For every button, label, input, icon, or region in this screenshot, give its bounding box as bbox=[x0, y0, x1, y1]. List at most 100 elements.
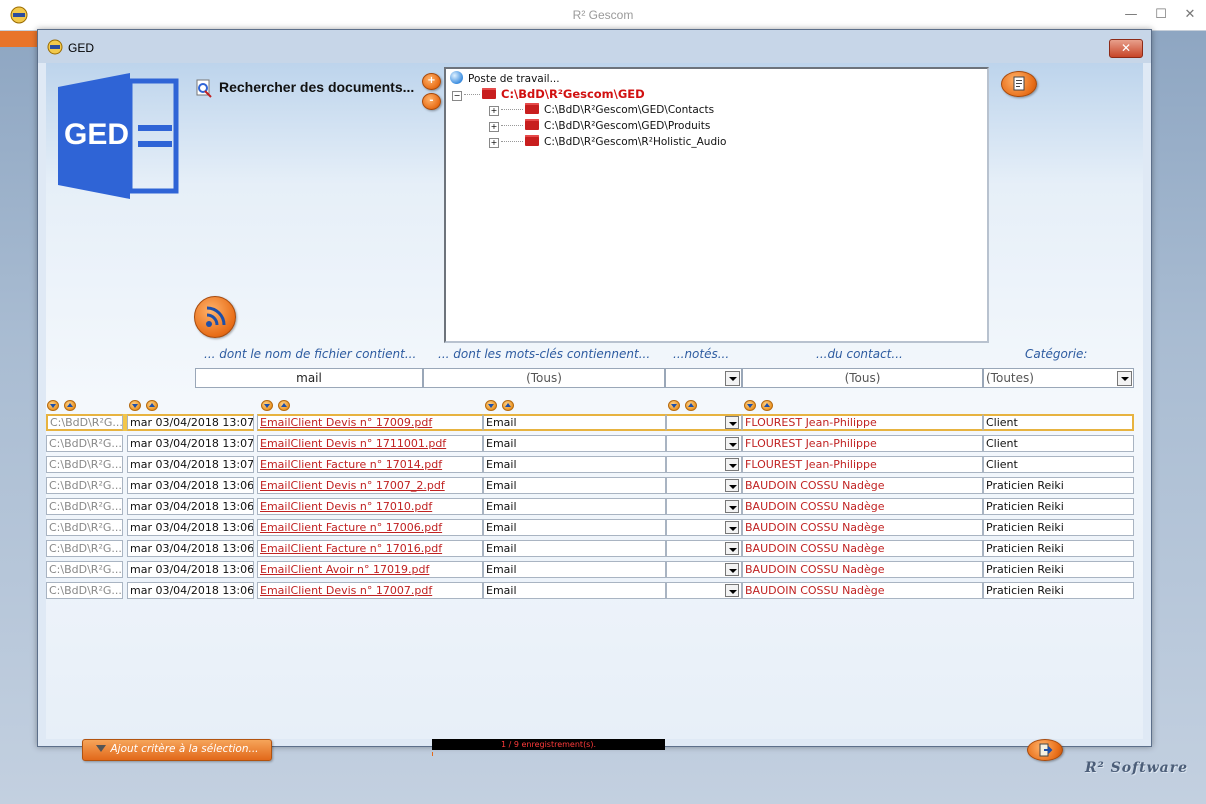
rating-dropdown-icon[interactable] bbox=[725, 479, 739, 492]
minimize-button[interactable]: — bbox=[1117, 4, 1145, 26]
cell-file-link[interactable]: EmailClient Avoir n° 17019.pdf bbox=[257, 561, 483, 578]
table-row[interactable]: C:\BdD\R²G...\ mar 03/04/2018 13:06 EmailC… bbox=[46, 540, 1143, 557]
collapse-all-button[interactable]: - bbox=[422, 93, 441, 110]
filter-icon bbox=[95, 745, 106, 752]
expand-all-button[interactable]: + bbox=[422, 73, 441, 90]
cell-keywords: Email bbox=[483, 540, 666, 557]
category-dropdown-icon[interactable] bbox=[1117, 371, 1132, 386]
dialog-title: GED bbox=[68, 41, 95, 55]
tree-node-produits[interactable]: + C:\BdD\R²Gescom\GED\Produits bbox=[489, 119, 710, 134]
cell-date: mar 03/04/2018 13:06 bbox=[127, 561, 254, 578]
sort-desc-icon[interactable] bbox=[261, 400, 273, 411]
table-row[interactable]: C:\BdD\R²G...\ mar 03/04/2018 13:07 EmailC… bbox=[46, 456, 1143, 473]
table-row[interactable]: C:\BdD\R²G...\ mar 03/04/2018 13:06 EmailC… bbox=[46, 561, 1143, 578]
cell-file-link[interactable]: EmailClient Devis n° 1711001.pdf bbox=[257, 435, 483, 452]
add-criteria-label: Ajout critère à la sélection... bbox=[110, 743, 259, 755]
ged-logo-icon: GED bbox=[58, 73, 179, 199]
tree-node-contacts[interactable]: + C:\BdD\R²Gescom\GED\Contacts bbox=[489, 103, 714, 118]
rss-icon bbox=[206, 306, 226, 327]
table-row[interactable]: C:\BdD\R²G...\ mar 03/04/2018 13:06 EmailC… bbox=[46, 477, 1143, 494]
sort-desc-icon[interactable] bbox=[485, 400, 497, 411]
cell-path: C:\BdD\R²G...\ bbox=[46, 561, 123, 578]
table-row[interactable]: C:\BdD\R²G...\ mar 03/04/2018 13:07 EmailC… bbox=[46, 414, 1143, 431]
keywords-filter-label: ... dont les mots-clés contiennent... bbox=[438, 347, 651, 361]
table-row[interactable]: C:\BdD\R²G...\ mar 03/04/2018 13:06 EmailC… bbox=[46, 519, 1143, 536]
search-title: Rechercher des documents... bbox=[219, 79, 415, 95]
rating-dropdown-icon[interactable] bbox=[725, 584, 739, 597]
sort-desc-icon[interactable] bbox=[668, 400, 680, 411]
folder-tree[interactable]: Poste de travail... − C:\BdD\R²Gescom\GED… bbox=[444, 67, 989, 343]
cell-date: mar 03/04/2018 13:07 bbox=[127, 414, 254, 431]
sort-keywords[interactable] bbox=[485, 400, 519, 412]
sort-date[interactable] bbox=[129, 400, 163, 412]
rating-dropdown-icon[interactable] bbox=[725, 500, 739, 513]
sort-path[interactable] bbox=[47, 400, 81, 412]
cell-date: mar 03/04/2018 13:06 bbox=[127, 540, 254, 557]
keywords-filter-input[interactable]: (Tous) bbox=[423, 368, 665, 388]
table-row[interactable]: C:\BdD\R²G...\ mar 03/04/2018 13:06 EmailC… bbox=[46, 582, 1143, 599]
sort-asc-icon[interactable] bbox=[502, 400, 514, 411]
cell-keywords: Email bbox=[483, 456, 666, 473]
sort-desc-icon[interactable] bbox=[47, 400, 59, 411]
app-title: R² Gescom bbox=[572, 8, 634, 22]
cell-file-link[interactable]: EmailClient Facture n° 17016.pdf bbox=[257, 540, 483, 557]
cell-path: C:\BdD\R²G...\ bbox=[46, 582, 123, 599]
cell-file-link[interactable]: EmailClient Devis n° 17010.pdf bbox=[257, 498, 483, 515]
cell-file-link[interactable]: EmailClient Devis n° 17007_2.pdf bbox=[257, 477, 483, 494]
tree-root[interactable]: Poste de travail... bbox=[450, 71, 560, 86]
cell-date: mar 03/04/2018 13:07 bbox=[127, 456, 254, 473]
rating-dropdown-icon[interactable] bbox=[725, 458, 739, 471]
cell-file-link[interactable]: EmailClient Devis n° 17007.pdf bbox=[257, 582, 483, 599]
tree-node-label: C:\BdD\R²Gescom\GED bbox=[501, 87, 645, 101]
add-criteria-button[interactable]: Ajout critère à la sélection... bbox=[82, 739, 272, 761]
cell-path: C:\BdD\R²G...\ bbox=[46, 414, 123, 431]
open-document-button[interactable] bbox=[1001, 71, 1037, 97]
tree-node-label: C:\BdD\R²Gescom\GED\Contacts bbox=[544, 104, 715, 116]
document-icon bbox=[1013, 76, 1025, 91]
collapse-node-icon[interactable]: − bbox=[452, 91, 462, 101]
sort-rating[interactable] bbox=[668, 400, 702, 412]
category-filter-select[interactable]: (Toutes) bbox=[983, 368, 1134, 388]
close-button[interactable]: ✕ bbox=[1176, 4, 1204, 26]
expand-node-icon[interactable]: + bbox=[489, 122, 499, 132]
tree-node-ged[interactable]: − C:\BdD\R²Gescom\GED bbox=[452, 87, 645, 102]
ged-dialog: GED ✕ GED Rechercher des documents... + … bbox=[37, 29, 1152, 761]
sort-asc-icon[interactable] bbox=[64, 400, 76, 411]
rating-dropdown-icon[interactable] bbox=[725, 437, 739, 450]
filename-filter-label: ... dont le nom de fichier contient... bbox=[204, 347, 417, 361]
rated-dropdown-icon[interactable] bbox=[725, 371, 740, 386]
table-row[interactable]: C:\BdD\R²G...\ mar 03/04/2018 13:06 EmailC… bbox=[46, 498, 1143, 515]
sort-desc-icon[interactable] bbox=[744, 400, 756, 411]
sort-contact[interactable] bbox=[744, 400, 778, 412]
dialog-close-button[interactable]: ✕ bbox=[1109, 39, 1143, 58]
sort-file[interactable] bbox=[261, 400, 295, 412]
expand-node-icon[interactable]: + bbox=[489, 138, 499, 148]
sort-asc-icon[interactable] bbox=[278, 400, 290, 411]
cell-file-link[interactable]: EmailClient Devis n° 17009.pdf bbox=[257, 414, 483, 431]
rating-dropdown-icon[interactable] bbox=[725, 542, 739, 555]
contact-filter-input[interactable]: (Tous) bbox=[742, 368, 983, 388]
sort-asc-icon[interactable] bbox=[685, 400, 697, 411]
table-row[interactable]: C:\BdD\R²G...\ mar 03/04/2018 13:07 EmailC… bbox=[46, 435, 1143, 452]
record-count: 1 / 9 enregistrement(s). bbox=[432, 739, 665, 750]
filename-filter-input[interactable]: mail bbox=[195, 368, 423, 388]
globe-icon bbox=[450, 71, 463, 84]
sort-desc-icon[interactable] bbox=[129, 400, 141, 411]
refresh-search-button[interactable] bbox=[194, 296, 236, 338]
sort-asc-icon[interactable] bbox=[146, 400, 158, 411]
rating-dropdown-icon[interactable] bbox=[725, 416, 739, 429]
rating-dropdown-icon[interactable] bbox=[725, 563, 739, 576]
cell-file-link[interactable]: EmailClient Facture n° 17014.pdf bbox=[257, 456, 483, 473]
cell-file-link[interactable]: EmailClient Facture n° 17006.pdf bbox=[257, 519, 483, 536]
maximize-button[interactable]: ☐ bbox=[1147, 4, 1175, 26]
exit-button[interactable] bbox=[1027, 739, 1063, 761]
row-selector bbox=[123, 414, 127, 431]
sort-asc-icon[interactable] bbox=[761, 400, 773, 411]
expand-node-icon[interactable]: + bbox=[489, 106, 499, 116]
cell-keywords: Email bbox=[483, 498, 666, 515]
tree-node-label: C:\BdD\R²Gescom\GED\Produits bbox=[544, 120, 711, 132]
brand-label: R² Software bbox=[1085, 760, 1188, 776]
app-ribbon-tab[interactable] bbox=[0, 31, 40, 47]
tree-node-holistic[interactable]: + C:\BdD\R²Gescom\R²Holistic_Audio bbox=[489, 135, 726, 150]
rating-dropdown-icon[interactable] bbox=[725, 521, 739, 534]
